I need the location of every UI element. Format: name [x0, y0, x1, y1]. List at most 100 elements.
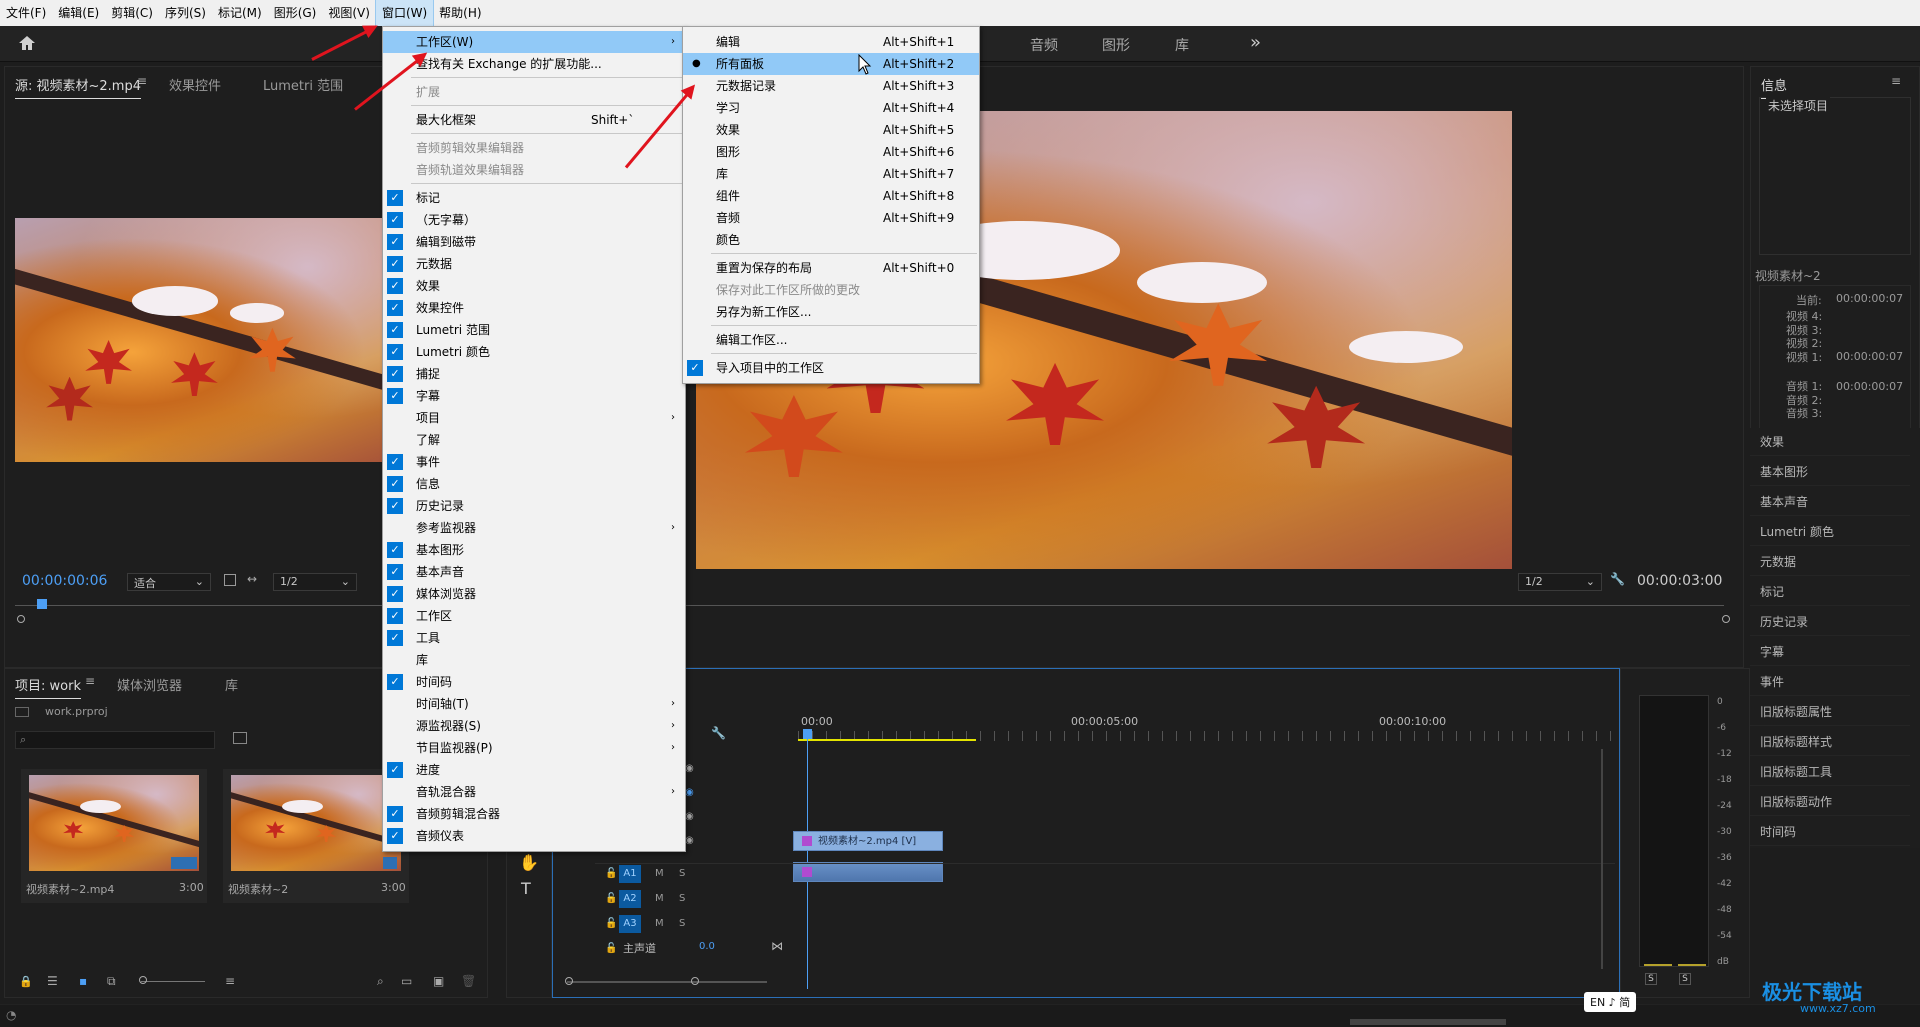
window-menu-item[interactable]: ✓ 效果 [383, 275, 685, 297]
window-menu-item[interactable]: ✓ 标记 [383, 187, 685, 209]
right-panel-7[interactable]: 字幕 [1750, 638, 1910, 666]
panel-menu-icon[interactable]: ≡ [137, 74, 147, 88]
workspace-menu-item[interactable]: 音频 Alt+Shift+9 [683, 207, 979, 229]
right-panel-2[interactable]: 基本声音 [1750, 488, 1910, 516]
solo-s-button[interactable]: S [679, 868, 685, 879]
lock-icon[interactable]: 🔒 [19, 975, 33, 988]
trash-icon[interactable]: 🗑 [461, 974, 476, 988]
right-panel-0[interactable]: 效果 [1750, 428, 1910, 456]
fit-select[interactable]: 适合 ⌄ [127, 573, 211, 591]
timeline-horizontal-scroll[interactable] [567, 981, 767, 983]
window-menu-item[interactable]: ✓ 音频仪表 [383, 825, 685, 847]
zoom-slider[interactable] [141, 981, 205, 982]
window-menu-item[interactable]: ✓ 工具 [383, 627, 685, 649]
window-menu-item[interactable]: ✓ 元数据 [383, 253, 685, 275]
eye-icon[interactable]: ◉ [685, 763, 694, 774]
right-panel-1[interactable]: 基本图形 [1750, 458, 1910, 486]
mute-m-button[interactable]: M [655, 868, 664, 879]
right-panel-5[interactable]: 标记 [1750, 578, 1910, 606]
window-menu-item[interactable]: 源监视器(S) › [383, 715, 685, 737]
window-menu-item[interactable]: 节目监视器(P) › [383, 737, 685, 759]
menu-item-8[interactable]: 帮助(H) [433, 0, 487, 26]
new-bin-icon[interactable] [233, 732, 247, 744]
scroll-handle[interactable] [565, 977, 573, 985]
lock-icon[interactable]: 🔓 [605, 893, 617, 904]
new-item-icon[interactable]: ▣ [433, 974, 444, 988]
mute-m-button[interactable]: M [655, 918, 664, 929]
solo-s-button[interactable]: S [679, 918, 685, 929]
window-menu-item[interactable]: ✓ 编辑到磁带 [383, 231, 685, 253]
scroll-handle[interactable] [691, 977, 699, 985]
video-clip[interactable]: 视频素材~2.mp4 [V] [793, 831, 943, 851]
program-scrub-bar[interactable] [684, 605, 1724, 606]
zoom-handle[interactable] [139, 976, 147, 984]
tab-source[interactable]: 源: 视频素材~2.mp4 [15, 75, 141, 99]
eye-icon[interactable]: ◉ [685, 787, 694, 798]
window-menu-item[interactable]: ✓ 媒体浏览器 [383, 583, 685, 605]
freeform-view-icon[interactable]: ⧉ [107, 974, 116, 989]
tab-project[interactable]: 项目: work [15, 675, 81, 699]
window-menu-item[interactable]: ✓ 事件 [383, 451, 685, 473]
workspace-menu-item[interactable]: 库 Alt+Shift+7 [683, 163, 979, 185]
window-menu-item[interactable]: ✓ 捕捉 [383, 363, 685, 385]
timeline-vertical-scroll[interactable] [1601, 749, 1603, 969]
workspace-menu-item[interactable]: 另存为新工作区... [683, 301, 979, 323]
search-icon[interactable]: ⌕ [377, 974, 384, 989]
tab-lumetri-scopes[interactable]: Lumetri 范围 [263, 75, 343, 94]
track-a1[interactable]: A1 [619, 865, 641, 883]
panel-menu-icon[interactable]: ≡ [85, 674, 95, 688]
workspace-menu-item[interactable]: ● 所有面板 Alt+Shift+2 [683, 53, 979, 75]
window-menu-item[interactable]: ✓ 字幕 [383, 385, 685, 407]
list-view-icon[interactable]: ☰ [47, 974, 58, 988]
window-menu-item[interactable]: 库 [383, 649, 685, 671]
work-area-bar[interactable] [798, 739, 976, 741]
workspace-menu-item[interactable]: 编辑 Alt+Shift+1 [683, 31, 979, 53]
window-menu-item[interactable]: ✓ （无字幕） [383, 209, 685, 231]
master-link-icon[interactable]: ⋈ [771, 939, 783, 953]
tab-effect-controls[interactable]: 效果控件 [169, 75, 221, 94]
lock-icon[interactable]: 🔓 [605, 943, 617, 954]
window-menu-item[interactable]: ✓ 进度 [383, 759, 685, 781]
window-menu-item[interactable]: ✓ Lumetri 颜色 [383, 341, 685, 363]
master-volume-value[interactable]: 0.0 [699, 941, 715, 952]
mute-m-button[interactable]: M [655, 893, 664, 904]
window-menu-item[interactable]: ✓ 基本声音 [383, 561, 685, 583]
track-a3[interactable]: A3 [619, 915, 641, 933]
menu-item-1[interactable]: 编辑(E) [52, 0, 105, 26]
wrench-icon[interactable]: 🔧 [1610, 572, 1625, 586]
hand-tool-icon[interactable]: ✋ [519, 853, 539, 872]
program-resolution-select[interactable]: 1/2 ⌄ [1518, 573, 1602, 591]
workspace-menu-item[interactable]: 编辑工作区... [683, 329, 979, 351]
right-panel-12[interactable]: 旧版标题动作 [1750, 788, 1910, 816]
right-panel-10[interactable]: 旧版标题样式 [1750, 728, 1910, 756]
tab-library[interactable]: 库 [225, 675, 238, 694]
scroll-handle[interactable] [17, 615, 25, 623]
right-panel-9[interactable]: 旧版标题属性 [1750, 698, 1910, 726]
type-tool-icon[interactable]: T [521, 879, 531, 898]
window-menu-item[interactable]: ✓ 音频剪辑混合器 [383, 803, 685, 825]
eye-icon[interactable]: ◉ [685, 835, 694, 846]
project-search-input[interactable]: ⌕ [15, 731, 215, 749]
source-resolution-select[interactable]: 1/2 ⌄ [273, 573, 357, 591]
playhead-handle[interactable] [803, 729, 812, 739]
meter-solo-button[interactable]: S [1645, 973, 1657, 985]
workspace-audio[interactable]: 音频 [1030, 35, 1058, 55]
window-menu-item[interactable]: 工作区(W) › [383, 31, 685, 53]
right-panel-6[interactable]: 历史记录 [1750, 608, 1910, 636]
insert-icon[interactable] [224, 574, 236, 586]
window-menu-item[interactable]: 了解 [383, 429, 685, 451]
workspace-menu-item[interactable]: 学习 Alt+Shift+4 [683, 97, 979, 119]
workspace-menu-item[interactable]: 颜色 [683, 229, 979, 251]
icon-view-icon[interactable]: ▪ [79, 974, 87, 988]
window-menu-item[interactable]: 最大化框架 Shift+` [383, 109, 685, 131]
tab-info[interactable]: 信息 [1761, 75, 1788, 99]
home-icon[interactable] [18, 35, 36, 51]
workspace-menu-item[interactable]: 重置为保存的布局 Alt+Shift+0 [683, 257, 979, 279]
workspace-menu-item[interactable]: 图形 Alt+Shift+6 [683, 141, 979, 163]
menu-item-2[interactable]: 剪辑(C) [105, 0, 159, 26]
solo-s-button[interactable]: S [679, 893, 685, 904]
track-a2[interactable]: A2 [619, 890, 641, 908]
audio-clip[interactable] [793, 862, 943, 882]
workspace-menu-item[interactable]: 效果 Alt+Shift+5 [683, 119, 979, 141]
window-menu-item[interactable]: ✓ 基本图形 [383, 539, 685, 561]
